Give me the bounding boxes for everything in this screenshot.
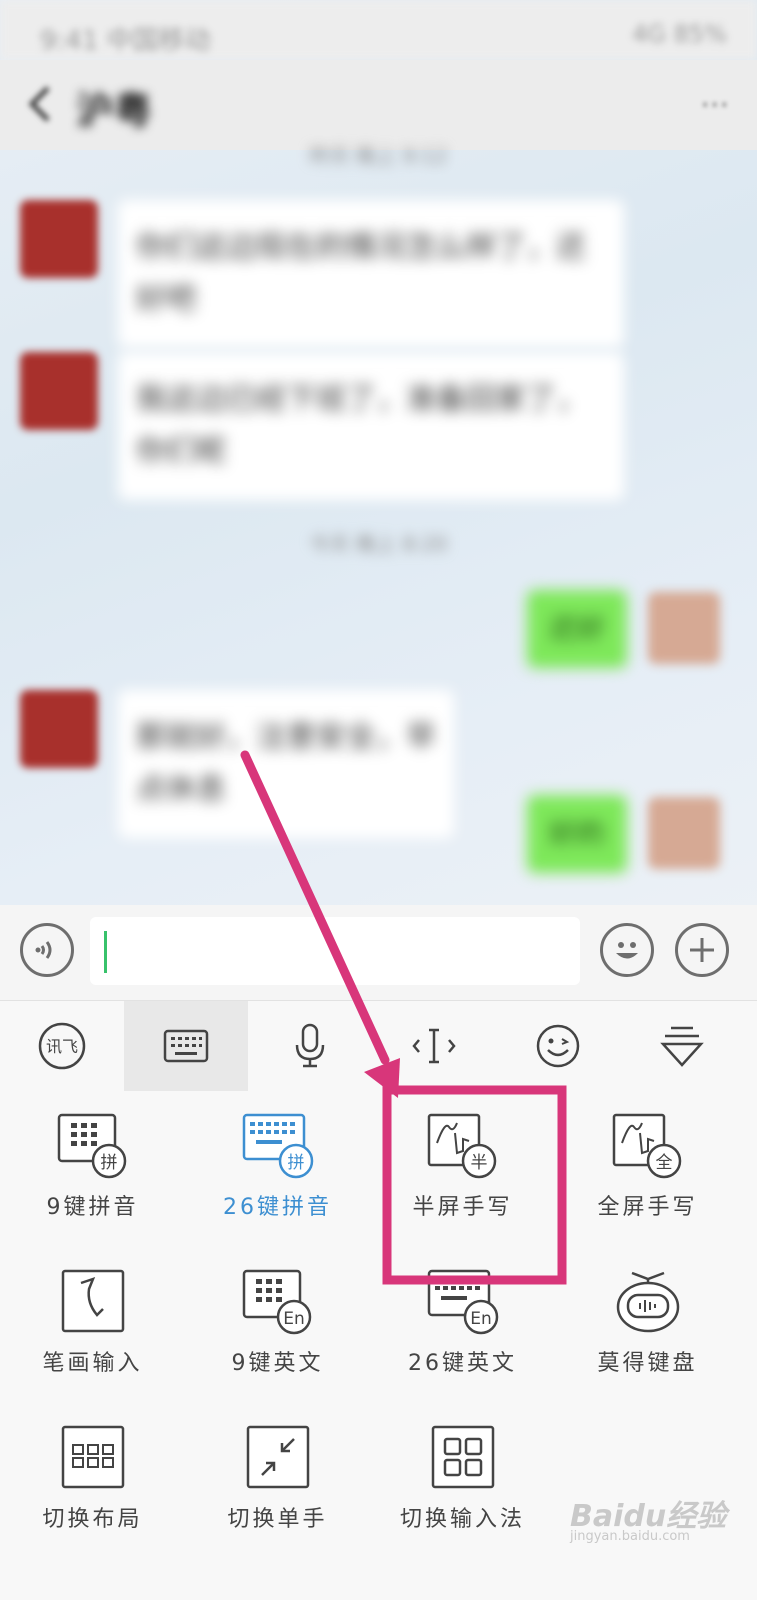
text-caret (104, 931, 107, 973)
mode-label: 切换输入法 (399, 1507, 525, 1532)
mode-badge: 半 (470, 1153, 487, 1173)
status-right: 4G 85% (632, 20, 727, 48)
mode-label: 切换单手 (227, 1507, 328, 1532)
message-bubble-outgoing[interactable]: 好的 (527, 795, 627, 873)
emoji-icon (536, 1024, 580, 1068)
switch-one-hand-icon (246, 1425, 309, 1489)
avatar[interactable] (20, 200, 98, 278)
mode-label: 笔画输入 (42, 1351, 143, 1376)
status-bar: 9:41 中国移动 4G 85% (0, 0, 757, 60)
more-functions-button[interactable] (675, 923, 729, 977)
message-bubble-incoming[interactable]: 你们这边现在的情况怎么样了，还好吧 (118, 200, 624, 348)
switch-layout-icon (61, 1425, 124, 1489)
message-bubble-incoming[interactable]: 我这边已经下班了，准备回家了，你们呢 (118, 352, 624, 500)
mode-badge: En (283, 1309, 305, 1329)
mode-label: 26键英文 (408, 1351, 517, 1376)
ime-mode-panel: 拼 9键拼音 拼 26键拼音 半 半屏手写 全 全屏手写 笔画输入 En 9键英… (0, 1091, 757, 1600)
avatar[interactable] (648, 592, 720, 664)
back-icon[interactable] (24, 84, 58, 124)
message-bubble-outgoing[interactable]: 还好 (527, 590, 627, 668)
avatar[interactable] (648, 797, 720, 869)
emoji-panel-button[interactable] (496, 1001, 620, 1091)
time-label: 昨天 晚上 9:12 (309, 144, 448, 168)
mode-twenty-six-key-english[interactable]: En 26键英文 (370, 1269, 555, 1419)
baidu-jingyan-watermark: Baidu经验 jingyan.baidu.com (570, 1491, 750, 1551)
chat-header: 沪粤 ··· (0, 60, 757, 150)
mode-stroke-input[interactable]: 笔画输入 (0, 1269, 185, 1419)
half-screen-handwriting-icon: 半 (427, 1113, 496, 1179)
voice-mode-button[interactable] (248, 1001, 372, 1091)
message-bubble-incoming[interactable]: 那就好，注意安全，早点休息 (118, 690, 454, 838)
xunfei-logo-icon: 讯飞 (38, 1022, 86, 1070)
emoji-button[interactable] (600, 923, 654, 977)
watermark-url: jingyan.baidu.com (570, 1529, 690, 1544)
mode-nine-key-english[interactable]: En 9键英文 (185, 1269, 370, 1419)
plus-icon (690, 938, 714, 962)
chat-area: 9:41 中国移动 4G 85% 沪粤 ··· 昨天 晚上 9:12 你们这边现… (0, 0, 757, 1020)
mode-label: 莫得键盘 (597, 1351, 698, 1376)
ime-toolbar: 讯飞 (0, 1000, 757, 1092)
mode-nine-key-pinyin[interactable]: 拼 9键拼音 (0, 1113, 185, 1263)
message-text-field[interactable] (90, 917, 580, 985)
mode-no-keyboard[interactable]: 莫得键盘 (555, 1269, 740, 1419)
mode-label: 半屏手写 (412, 1195, 513, 1220)
time-label: 今天 晚上 8:20 (309, 532, 448, 556)
full-screen-handwriting-icon: 全 (612, 1113, 681, 1179)
mode-switch-layout[interactable]: 切换布局 (0, 1425, 185, 1575)
no-keyboard-robot-icon (616, 1271, 679, 1333)
twenty-six-key-pinyin-icon: 拼 (242, 1113, 313, 1179)
mode-label: 26键拼音 (223, 1195, 332, 1220)
smiley-icon (616, 942, 638, 959)
xunfei-logo-button[interactable]: 讯飞 (0, 1001, 124, 1091)
cursor-control-button[interactable] (372, 1001, 496, 1091)
voice-input-button[interactable] (20, 923, 74, 977)
message-input-bar (0, 905, 757, 1000)
mode-label: 9键英文 (231, 1351, 324, 1376)
mode-badge: 全 (655, 1153, 672, 1173)
nine-key-english-icon: En (242, 1269, 311, 1335)
more-icon[interactable]: ··· (700, 88, 729, 123)
mode-badge: En (470, 1309, 492, 1329)
mode-switch-input-method[interactable]: 切换输入法 (370, 1425, 555, 1575)
mode-badge: 拼 (287, 1153, 304, 1173)
keyboard-icon (163, 1029, 209, 1063)
svg-text:讯飞: 讯飞 (46, 1037, 78, 1056)
cursor-icon (412, 1028, 456, 1064)
microphone-icon (295, 1023, 325, 1068)
mode-label: 切换布局 (42, 1507, 143, 1532)
mode-twenty-six-key-pinyin[interactable]: 拼 26键拼音 (185, 1113, 370, 1263)
switch-input-method-icon (431, 1425, 494, 1489)
voice-wave-icon (35, 941, 52, 959)
mode-label: 9键拼音 (46, 1195, 139, 1220)
mode-label: 全屏手写 (597, 1195, 698, 1220)
chat-title: 沪粤 (76, 89, 153, 133)
mode-badge: 拼 (100, 1153, 117, 1173)
collapse-icon (660, 1026, 704, 1067)
stroke-input-icon (61, 1269, 124, 1333)
avatar[interactable] (20, 352, 98, 430)
status-left: 9:41 中国移动 (40, 26, 211, 56)
mode-full-screen-handwriting[interactable]: 全 全屏手写 (555, 1113, 740, 1263)
keyboard-mode-button[interactable] (124, 1001, 248, 1091)
mode-switch-one-hand[interactable]: 切换单手 (185, 1425, 370, 1575)
avatar[interactable] (20, 690, 98, 768)
mode-half-screen-handwriting[interactable]: 半 半屏手写 (370, 1113, 555, 1263)
collapse-keyboard-button[interactable] (620, 1001, 744, 1091)
twenty-six-key-english-icon: En (427, 1269, 498, 1335)
nine-key-pinyin-icon: 拼 (57, 1113, 126, 1179)
